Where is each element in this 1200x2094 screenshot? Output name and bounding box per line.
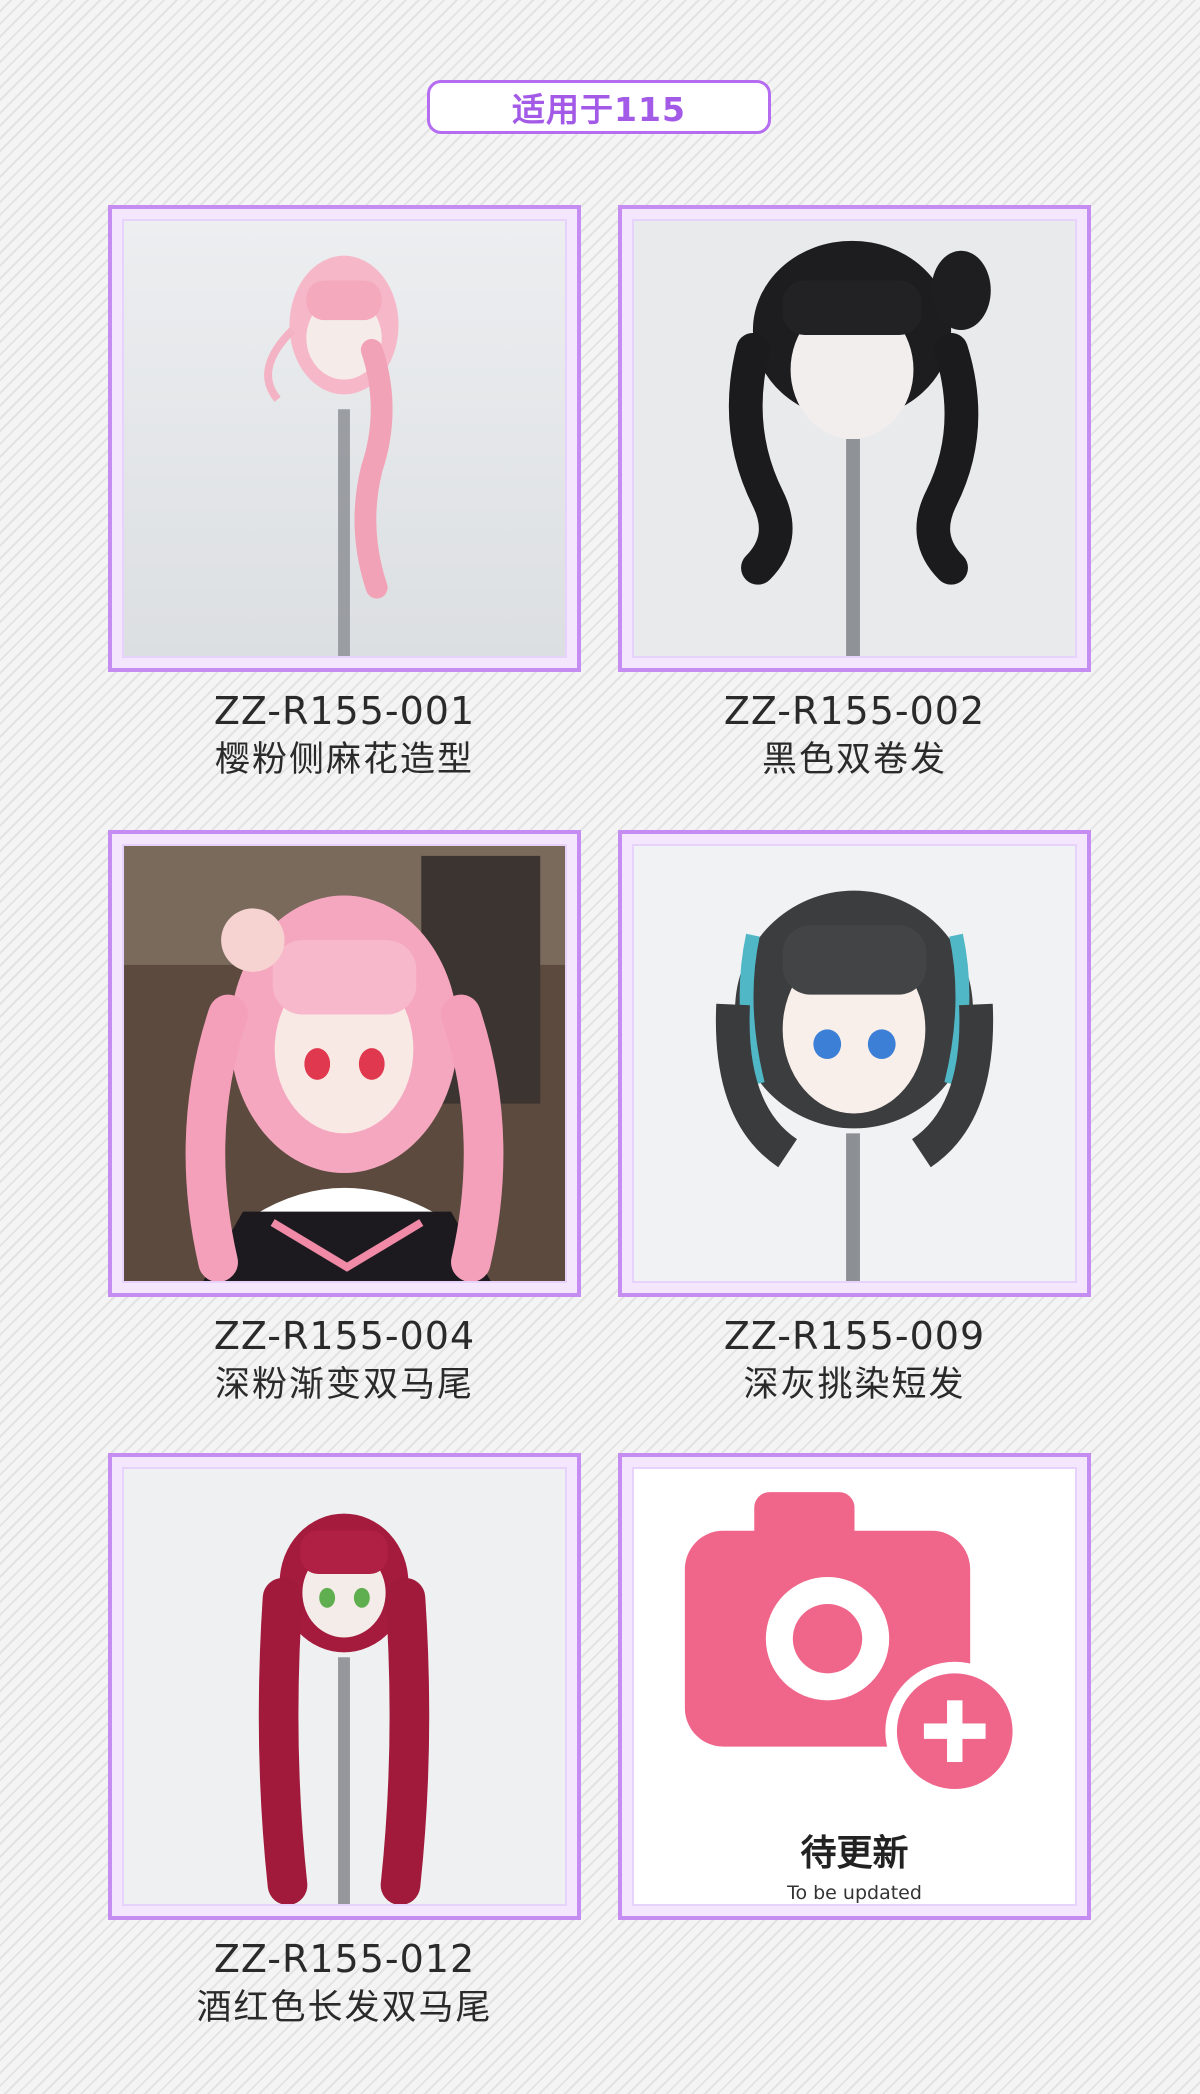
product-code: ZZ-R155-004 <box>213 1314 476 1358</box>
product-card-004[interactable] <box>108 830 581 1297</box>
placeholder-card: 待更新 To be updated <box>618 1453 1091 1920</box>
product-image-004 <box>122 844 567 1283</box>
product-name: 深灰挑染短发 <box>743 1365 966 1405</box>
product-image-002 <box>632 219 1077 658</box>
placeholder-subtitle: To be updated <box>787 1882 922 1904</box>
product-image-009 <box>632 844 1077 1283</box>
product-caption-004: ZZ-R155-004 深粉渐变双马尾 <box>108 1311 581 1409</box>
section-title-badge: 适用于115 <box>427 80 771 134</box>
product-name: 樱粉侧麻花造型 <box>214 740 474 780</box>
placeholder-title: 待更新 <box>800 1833 909 1874</box>
product-code: ZZ-R155-001 <box>213 689 476 733</box>
product-image-001 <box>122 219 567 658</box>
product-code: ZZ-R155-012 <box>213 1937 476 1981</box>
product-caption-012: ZZ-R155-012 酒红色长发双马尾 <box>108 1934 581 2032</box>
product-caption-009: ZZ-R155-009 深灰挑染短发 <box>618 1311 1091 1409</box>
product-caption-002: ZZ-R155-002 黑色双卷发 <box>618 686 1091 784</box>
section-title: 适用于115 <box>512 90 686 129</box>
product-name: 酒红色长发双马尾 <box>196 1988 493 2028</box>
product-card-001[interactable] <box>108 205 581 672</box>
product-image-012 <box>122 1467 567 1906</box>
product-name: 深粉渐变双马尾 <box>214 1365 474 1405</box>
product-card-012[interactable] <box>108 1453 581 1920</box>
product-caption-001: ZZ-R155-001 樱粉侧麻花造型 <box>108 686 581 784</box>
product-name: 黑色双卷发 <box>761 740 947 780</box>
camera-add-icon <box>684 1492 1025 1801</box>
product-card-002[interactable] <box>618 205 1091 672</box>
product-code: ZZ-R155-009 <box>723 1314 986 1358</box>
product-code: ZZ-R155-002 <box>723 689 986 733</box>
product-card-009[interactable] <box>618 830 1091 1297</box>
placeholder-panel: 待更新 To be updated <box>632 1467 1077 1906</box>
